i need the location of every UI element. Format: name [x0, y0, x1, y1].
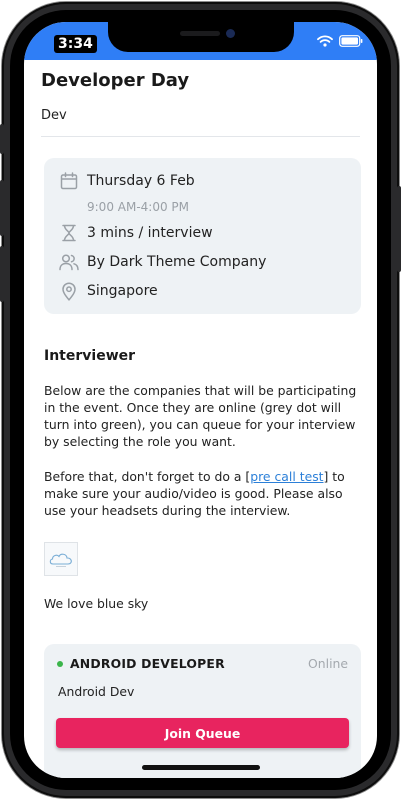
wifi-icon [317, 35, 333, 47]
date-row: Thursday 6 Feb [58, 170, 195, 192]
location-row: Singapore [58, 280, 158, 302]
event-organizer: By Dark Theme Company [87, 254, 267, 270]
status-bar: 3:34 [24, 22, 377, 60]
event-date: Thursday 6 Feb [87, 173, 195, 189]
company-logo [44, 542, 78, 576]
pre-call-test-link[interactable]: pre call test [250, 469, 323, 484]
pre-call-note: Before that, don't forget to do a [pre c… [44, 468, 359, 519]
battery-icon [339, 35, 363, 47]
volume-up-button [0, 180, 4, 236]
event-subtitle: Dev [41, 108, 67, 123]
pre-call-note-start: Before that, don't forget to do a [ [44, 469, 251, 484]
hourglass-icon [58, 222, 80, 244]
company-tagline: We love blue sky [44, 596, 149, 611]
event-detail-content: Developer Day Dev Thursday 6 Feb 9:00 AM… [24, 60, 377, 778]
volume-down-button [0, 246, 4, 302]
job-status: Online [308, 656, 348, 671]
phone-screen: 3:34 Developer Day Dev Thursday 6 Feb 9:… [24, 22, 377, 778]
online-status-dot [57, 661, 63, 667]
calendar-icon [58, 170, 80, 192]
notch [108, 22, 294, 52]
job-title: ANDROID DEVELOPER [70, 656, 225, 671]
interview-duration: 3 mins / interview [87, 225, 213, 241]
cloud-logo-icon [49, 553, 72, 567]
interviewer-description: Below are the companies that will be par… [44, 383, 357, 449]
mute-switch [0, 124, 4, 154]
interviewer-heading: Interviewer [44, 348, 136, 364]
power-button [397, 186, 401, 272]
organizer-row: By Dark Theme Company [58, 251, 266, 273]
job-card: ANDROID DEVELOPER Online Android Dev Joi… [44, 644, 361, 778]
status-time: 3:34 [54, 35, 97, 53]
home-indicator[interactable] [142, 765, 260, 770]
job-description: Android Dev [58, 684, 135, 699]
people-icon [58, 251, 80, 273]
join-queue-button[interactable]: Join Queue [56, 718, 349, 748]
event-info-card: Thursday 6 Feb 9:00 AM-4:00 PM 3 mins / … [44, 158, 361, 314]
speaker-grille [180, 31, 220, 36]
event-time-range: 9:00 AM-4:00 PM [87, 200, 190, 214]
location-pin-icon [58, 280, 80, 302]
front-camera [226, 29, 235, 38]
duration-row: 3 mins / interview [58, 222, 213, 244]
header-divider [41, 136, 360, 137]
status-icons [317, 35, 363, 47]
event-title: Developer Day [41, 70, 190, 91]
event-location: Singapore [87, 283, 158, 299]
